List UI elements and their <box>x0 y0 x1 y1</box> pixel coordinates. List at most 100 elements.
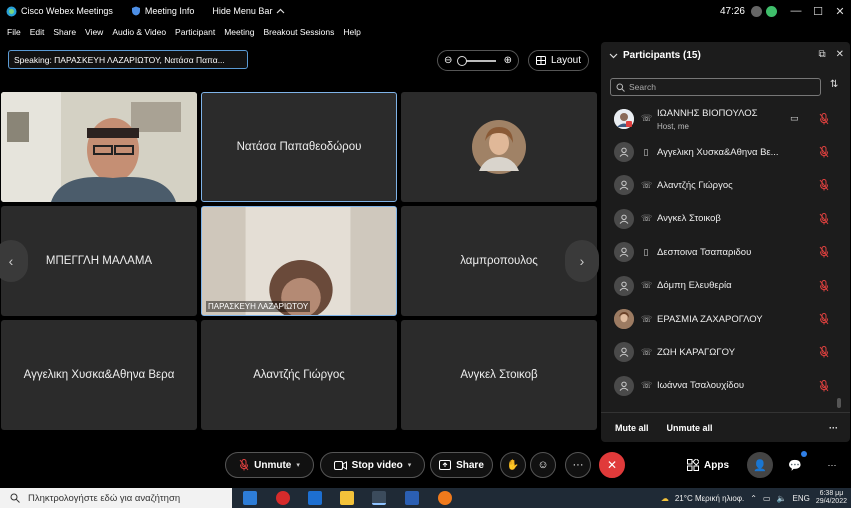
more-button[interactable]: ··· <box>565 452 591 478</box>
video-tile[interactable]: ΠΑΡΑΣΚΕΥΗ ΛΑΖΑΡΙΩΤΟΥ <box>201 206 397 316</box>
muted-mic-icon[interactable] <box>819 379 829 392</box>
unmute-label: Unmute <box>254 459 292 471</box>
close-panel-icon[interactable]: ✕ <box>836 49 844 60</box>
firefox-icon[interactable] <box>438 491 452 505</box>
menu-participant[interactable]: Participant <box>175 27 215 37</box>
previous-page-button[interactable]: ‹ <box>0 240 28 282</box>
search-icon <box>10 493 20 503</box>
opera-icon[interactable] <box>276 491 290 505</box>
participant-row[interactable]: ▯ Δεσποινα Τσαπαριδου <box>601 236 850 269</box>
participant-row[interactable]: ☏ Δόμπη Ελευθερία <box>601 269 850 302</box>
participant-row[interactable]: ☏ ΙΩΑΝΝΗΣ ΒΙΟΠΟΥΛΟΣ Host, me ▭ <box>601 102 850 135</box>
apps-button[interactable]: Apps <box>680 452 736 478</box>
chevron-down-icon[interactable]: ▾ <box>408 461 412 469</box>
pop-out-icon[interactable]: ⧉ <box>818 49 825 60</box>
status-icon[interactable] <box>766 5 777 17</box>
participants-toggle-button[interactable]: 👤 <box>747 452 773 478</box>
reactions-button[interactable]: ☺ <box>530 452 556 478</box>
leave-meeting-button[interactable]: ✕ <box>599 452 625 478</box>
language-indicator[interactable]: ENG <box>793 494 810 503</box>
close-window-button[interactable]: ✕ <box>829 0 851 22</box>
video-zoom-control[interactable]: ⊖ ⊕ <box>437 50 519 71</box>
participant-tile[interactable]: Αλαντζής Γιώργος <box>201 320 397 430</box>
stop-video-button[interactable]: Stop video ▾ <box>320 452 425 478</box>
participant-search-input[interactable]: Search <box>610 78 821 96</box>
meeting-info-button[interactable]: Meeting Info <box>131 6 194 16</box>
clock[interactable]: 6:38 μμ 29/4/2022 <box>816 490 847 506</box>
tile-name: λαμπροπουλος <box>460 255 538 267</box>
pin-icon[interactable] <box>751 5 762 17</box>
speaking-text: Speaking: ΠΑΡΑΣΚΕΥΗ ΛΑΖΑΡΙΩΤΟΥ, Νατάσα Π… <box>14 54 225 65</box>
chevron-down-icon[interactable]: ▾ <box>296 461 300 469</box>
muted-mic-icon[interactable] <box>819 346 829 358</box>
webex-window: Cisco Webex Meetings Meeting Info Hide M… <box>0 0 851 508</box>
menu-view[interactable]: View <box>85 27 103 37</box>
menu-help[interactable]: Help <box>343 27 360 37</box>
search-icon <box>616 83 625 92</box>
unmute-all-button[interactable]: Unmute all <box>667 423 713 433</box>
unmute-button[interactable]: Unmute ▾ <box>225 452 314 478</box>
phone-icon: ☏ <box>641 380 653 391</box>
menu-file[interactable]: File <box>7 27 21 37</box>
participant-tile[interactable]: Αγγελικη Χυσκα&Αθηνα Βερα <box>1 320 197 430</box>
share-button[interactable]: Share <box>430 452 493 478</box>
taskbar-search-input[interactable]: Πληκτρολογήστε εδώ για αναζήτηση <box>0 488 232 508</box>
maximize-button[interactable]: ☐ <box>807 0 829 22</box>
video-camera-icon[interactable]: ▭ <box>790 113 799 124</box>
menu-edit[interactable]: Edit <box>30 27 45 37</box>
participant-row[interactable]: ▯ Αγγελικη Χυσκα&Αθηνα Βε... <box>601 135 850 168</box>
zoom-in-icon[interactable]: ⊕ <box>504 55 512 66</box>
panel-scrollbar[interactable] <box>837 398 841 408</box>
muted-mic-icon[interactable] <box>819 212 829 225</box>
participant-row[interactable]: ☏ Ιωάννα Τσαλουχίδου <box>601 369 850 402</box>
participants-title: Participants (15) <box>623 50 701 61</box>
muted-mic-icon[interactable] <box>819 279 829 292</box>
word-icon[interactable] <box>405 491 419 505</box>
menu-meeting[interactable]: Meeting <box>224 27 254 37</box>
muted-mic-icon[interactable] <box>819 146 829 158</box>
more-options-button[interactable]: ··· <box>819 452 845 478</box>
participant-tile[interactable] <box>401 92 597 202</box>
store-icon[interactable] <box>243 491 257 505</box>
default-avatar-icon <box>614 142 634 163</box>
weather-text[interactable]: 21°C Μερική ηλιοφ. <box>675 494 744 503</box>
chat-button[interactable]: 💬 <box>782 451 808 478</box>
zoom-slider-knob[interactable] <box>457 55 467 66</box>
folder-icon[interactable] <box>340 491 354 505</box>
network-icon[interactable]: ▭ <box>763 494 771 503</box>
video-tile[interactable] <box>1 92 197 202</box>
participant-tile[interactable]: Νατάσα Παπαθεοδώρου <box>201 92 397 202</box>
participant-row[interactable]: ☏ Ανγκελ Στοικοβ <box>601 202 850 235</box>
host-avatar-photo <box>614 108 634 129</box>
muted-mic-icon[interactable] <box>819 179 829 191</box>
webex-taskbar-icon[interactable] <box>372 491 386 505</box>
menu-breakout[interactable]: Breakout Sessions <box>263 27 334 37</box>
muted-mic-icon[interactable] <box>819 246 829 258</box>
participant-row[interactable]: ☏ ΕΡΑΣΜΙΑ ΖΑΧΑΡΟΓΛΟΥ <box>601 302 850 335</box>
menu-share[interactable]: Share <box>53 27 76 37</box>
muted-mic-icon[interactable] <box>819 112 829 125</box>
participant-tile[interactable]: ΜΠΕΓΓΛΗ ΜΑΛΑΜΑ <box>1 206 197 316</box>
mail-icon[interactable] <box>308 491 322 505</box>
tray-expand-icon[interactable]: ⌃ <box>750 494 757 503</box>
zoom-slider[interactable] <box>457 55 496 66</box>
participant-tile[interactable]: Ανγκελ Στοικοβ <box>401 320 597 430</box>
layout-button[interactable]: Layout <box>528 50 589 71</box>
volume-icon[interactable]: 🔈 <box>777 494 787 503</box>
zoom-out-icon[interactable]: ⊖ <box>444 55 452 66</box>
hide-menu-bar-button[interactable]: Hide Menu Bar <box>212 6 285 16</box>
raise-hand-button[interactable]: ✋ <box>500 452 526 478</box>
sort-icon[interactable]: ⇅ <box>830 79 838 90</box>
participant-name: ΖΩΗ ΚΑΡΑΓΩΓΟΥ <box>657 346 736 358</box>
shield-icon <box>131 6 140 16</box>
participants-header[interactable]: Participants (15) <box>609 50 701 61</box>
minimize-button[interactable]: — <box>785 0 807 22</box>
next-page-button[interactable]: › <box>565 240 599 282</box>
menu-audio-video[interactable]: Audio & Video <box>112 27 166 37</box>
participant-row[interactable]: ☏ Αλαντζής Γιώργος <box>601 169 850 202</box>
muted-mic-icon[interactable] <box>819 313 829 325</box>
more-options-icon[interactable]: ··· <box>829 423 838 433</box>
participant-row[interactable]: ☏ ΖΩΗ ΚΑΡΑΓΩΓΟΥ <box>601 336 850 369</box>
mute-all-button[interactable]: Mute all <box>615 423 649 433</box>
phone-icon: ☏ <box>641 346 653 357</box>
